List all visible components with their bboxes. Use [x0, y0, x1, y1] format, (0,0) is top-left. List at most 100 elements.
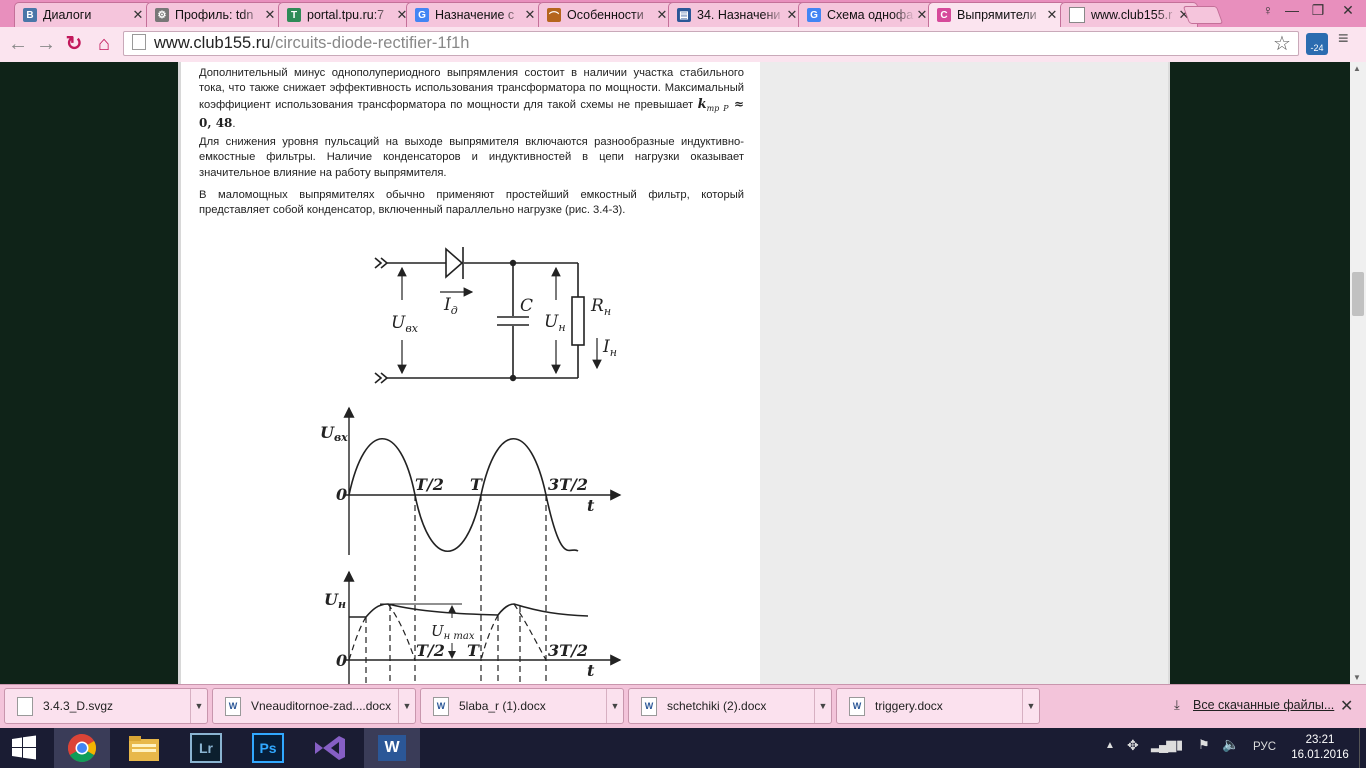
back-button[interactable]: ←	[6, 32, 30, 56]
load-voltage-graph	[343, 570, 622, 684]
tab-close-icon[interactable]: ✕	[131, 7, 145, 23]
taskbar-visual-studio[interactable]	[302, 728, 358, 768]
taskbar-photoshop[interactable]: Ps	[240, 728, 296, 768]
download-item[interactable]: W 5laba_r (1).docx ▼	[420, 688, 624, 724]
tab-title: Особенности	[567, 8, 644, 22]
tab-title: Схема однофа	[827, 8, 914, 22]
visual-studio-icon	[315, 736, 345, 760]
vertical-scrollbar[interactable]	[1350, 62, 1366, 684]
extension-badge: -24	[1310, 43, 1324, 53]
tab-title: 34. Назначени	[697, 8, 781, 22]
download-filename: Vneauditornoe-zad....docx	[251, 699, 392, 713]
download-menu-chevron-icon[interactable]: ▼	[606, 689, 623, 723]
word-file-icon: W	[225, 696, 241, 716]
tpu-icon: T	[287, 8, 301, 22]
download-menu-chevron-icon[interactable]: ▼	[814, 689, 831, 723]
maximize-button[interactable]: ❐	[1304, 0, 1332, 20]
tab-close-icon[interactable]: ✕	[655, 7, 669, 23]
graph1-y-sub: вх	[334, 431, 348, 444]
scrollbar-thumb[interactable]	[1352, 272, 1364, 316]
word-icon: W	[378, 735, 406, 761]
graph2-ripple-sub: н max	[444, 631, 475, 642]
download-item[interactable]: Wtriggery.docx ▼	[836, 688, 1040, 724]
network-icon[interactable]: ⚑	[1198, 737, 1210, 753]
graph1-t-full: T	[470, 475, 483, 494]
tab-7[interactable]: G Схема однофа ✕	[798, 2, 936, 27]
label-u-in: U	[391, 313, 406, 333]
paragraph-1: Дополнительный минус однополупериодного …	[199, 66, 744, 133]
close-window-button[interactable]: ✕	[1334, 0, 1362, 20]
tab-1[interactable]: В Диалоги ✕	[14, 2, 152, 27]
download-item[interactable]: W Vneauditornoe-zad....docx ▼	[212, 688, 416, 724]
bookmark-star-icon[interactable]: ☆	[1273, 31, 1291, 56]
language-indicator[interactable]: РУС	[1253, 741, 1276, 753]
tab-close-icon[interactable]: ✕	[523, 7, 537, 23]
paragraph-1-end: .	[232, 118, 236, 131]
tray-expand-icon[interactable]: ▲	[1105, 740, 1115, 751]
tab-close-icon[interactable]: ✕	[915, 7, 929, 23]
blank-page-icon	[1069, 7, 1085, 23]
extension-icon[interactable]: -24	[1306, 33, 1328, 55]
tab-4[interactable]: G Назначение с ✕	[406, 2, 544, 27]
dropbox-icon[interactable]: ✥	[1127, 737, 1139, 754]
show-desktop-button[interactable]	[1359, 728, 1366, 768]
folder-icon	[129, 736, 159, 761]
download-filename: 3.4.3_D.svgz	[43, 699, 114, 713]
scroll-up-arrow-icon[interactable]: ▲	[1353, 64, 1361, 73]
tab-8[interactable]: C Выпрямители ✕	[928, 2, 1066, 27]
new-tab-button[interactable]	[1182, 6, 1224, 24]
tab-close-icon[interactable]: ✕	[1045, 7, 1059, 23]
chrome-icon	[68, 734, 96, 762]
tab-2[interactable]: ⚙ Профиль: tdn ✕	[146, 2, 284, 27]
volume-icon[interactable]: 🔈	[1222, 736, 1239, 753]
menu-icon[interactable]: ≡	[1338, 29, 1354, 47]
download-menu-chevron-icon[interactable]: ▼	[1022, 689, 1039, 723]
graph2-t-full: T	[467, 641, 480, 660]
download-item[interactable]: Wschetchiki (2).docx ▼	[628, 688, 832, 724]
home-button[interactable]: ⌂	[92, 32, 116, 56]
taskbar-lightroom[interactable]: Lr	[178, 728, 234, 768]
signal-icon[interactable]: ▂▄▆	[1151, 737, 1176, 753]
svg-text:Uн: Uн	[544, 312, 566, 334]
clock-date: 16.01.2016	[1291, 749, 1349, 761]
taskbar-file-explorer[interactable]	[116, 728, 172, 768]
tab-title: Диалоги	[43, 8, 92, 22]
tab-close-icon[interactable]: ✕	[785, 7, 799, 23]
start-button[interactable]	[0, 728, 48, 768]
download-item[interactable]: 3.4.3_D.svgz ▼	[4, 688, 208, 724]
graph1-y-label: U	[320, 423, 335, 442]
tab-6[interactable]: ▤ 34. Назначени ✕	[668, 2, 806, 27]
svg-text:Uвх: Uвх	[391, 313, 419, 335]
bridge-icon: ⌒	[547, 8, 561, 23]
address-bar[interactable]: www.club155.ru/circuits-diode-rectifier-…	[123, 31, 1299, 56]
tab-5[interactable]: ⌒ Особенности ✕	[538, 2, 676, 27]
all-downloads-link[interactable]: Все скачанные файлы...	[1193, 698, 1334, 712]
tab-close-icon[interactable]: ✕	[263, 7, 277, 23]
label-r-load: R	[590, 296, 604, 316]
taskbar-word[interactable]: W	[364, 728, 420, 768]
battery-icon[interactable]: ▮	[1176, 737, 1183, 753]
tab-9[interactable]: www.club155.r ✕	[1060, 2, 1198, 27]
clock-time: 23:21	[1305, 734, 1335, 746]
google-icon: G	[807, 8, 821, 22]
tab-title: portal.tpu.ru:7	[307, 8, 385, 22]
forward-button[interactable]: →	[34, 32, 58, 56]
tab-title: Выпрямители	[957, 8, 1037, 22]
lightroom-icon: Lr	[190, 733, 222, 763]
clock[interactable]: 23:21 16.01.2016	[1290, 733, 1350, 763]
taskbar-chrome[interactable]	[54, 728, 110, 768]
close-download-shelf-button[interactable]: ✕	[1340, 696, 1353, 716]
site-icon: C	[937, 8, 951, 22]
reload-button[interactable]: ↻	[62, 32, 86, 56]
download-menu-chevron-icon[interactable]: ▼	[398, 689, 415, 723]
svg-text:Iд: Iд	[443, 295, 458, 317]
scroll-down-arrow-icon[interactable]: ▼	[1353, 673, 1361, 682]
download-menu-chevron-icon[interactable]: ▼	[190, 689, 207, 723]
minimize-button[interactable]: —	[1278, 0, 1306, 20]
word-file-icon: W	[433, 696, 449, 716]
graph2-t-axis: t	[587, 661, 595, 680]
graph1-t-3half: 3T/2	[548, 475, 588, 494]
svg-text:Uн: Uн	[324, 590, 346, 611]
url-domain: www.club155.ru	[154, 34, 271, 52]
tab-3[interactable]: Tportal.tpu.ru:7 ✕	[278, 2, 416, 27]
